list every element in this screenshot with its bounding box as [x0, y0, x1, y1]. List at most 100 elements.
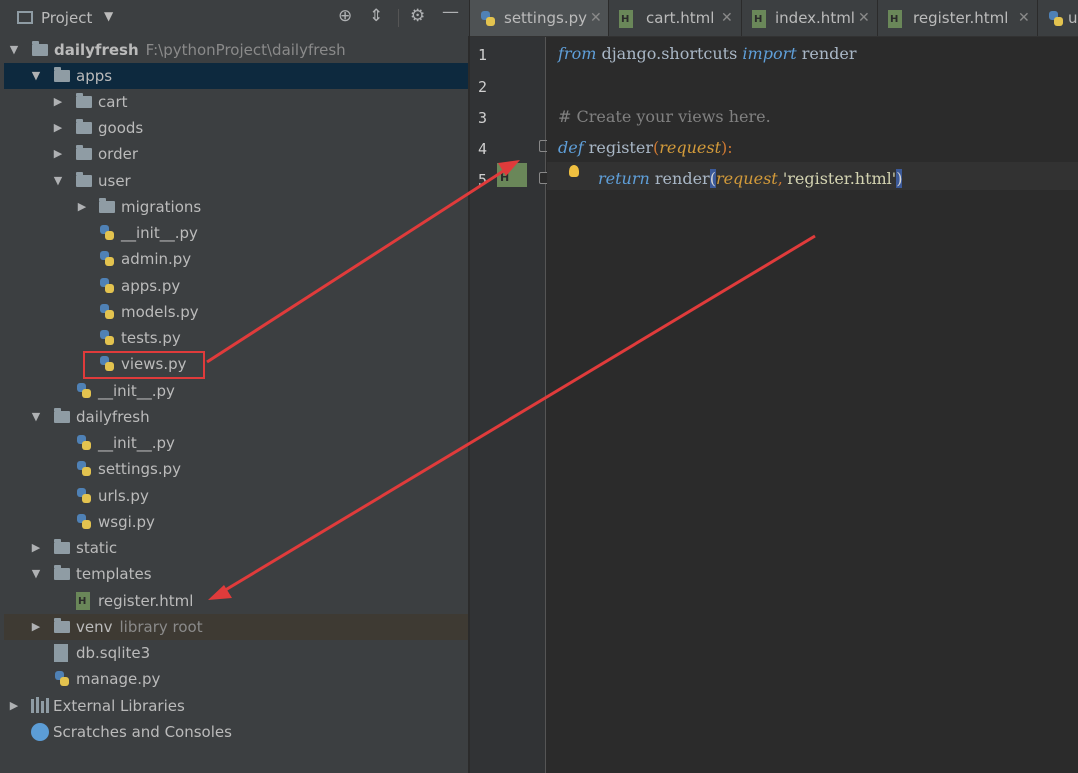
- tree-item-label: db.sqlite3: [76, 644, 151, 662]
- tree-item-label: order: [98, 145, 138, 163]
- tree-item-label: __init__.py: [98, 434, 175, 452]
- code-line-5: return render(request,'register.html'): [598, 169, 903, 188]
- tree-item-file[interactable]: apps.py: [4, 273, 468, 299]
- chevron-down-icon[interactable]: ▼: [52, 168, 64, 194]
- library-icon: [31, 697, 49, 713]
- parameter: request: [659, 138, 721, 157]
- tree-item-file[interactable]: settings.py: [4, 456, 468, 482]
- tree-item-order[interactable]: ▶ order: [4, 141, 468, 167]
- tree-item-static[interactable]: ▶ static: [4, 535, 468, 561]
- locate-icon[interactable]: ⊕: [338, 6, 352, 26]
- folder-icon: [76, 172, 92, 188]
- tab-settings-py[interactable]: settings.py ✕: [470, 0, 609, 36]
- tab-label: settings.py: [504, 9, 587, 27]
- tree-item-file[interactable]: db.sqlite3: [4, 640, 468, 666]
- tree-item-label: models.py: [121, 303, 199, 321]
- tree-item-external-libraries[interactable]: ▶ External Libraries: [4, 693, 468, 719]
- tree-item-dailyfresh[interactable]: ▼ dailyfresh: [4, 404, 468, 430]
- tab-cart-html[interactable]: cart.html ✕: [609, 0, 742, 36]
- tree-root-dailyfresh[interactable]: ▼ dailyfresh F:\pythonProject\dailyfresh: [4, 37, 468, 63]
- lightbulb-icon[interactable]: [569, 165, 579, 177]
- tree-item-register-html[interactable]: register.html: [4, 588, 468, 614]
- tree-item-file[interactable]: __init__.py: [4, 378, 468, 404]
- tree-item-cart[interactable]: ▶ cart: [4, 89, 468, 115]
- python-file-icon: [99, 304, 115, 319]
- tree-item-label: apps: [76, 67, 113, 85]
- string-literal: 'register.html': [782, 169, 897, 188]
- tree-item-file[interactable]: tests.py: [4, 325, 468, 351]
- chevron-down-icon[interactable]: ▼: [8, 37, 20, 63]
- chevron-right-icon[interactable]: ▶: [52, 141, 64, 167]
- tree-item-label: goods: [98, 119, 144, 137]
- project-panel: Project ▼ ⊕ ⇕ ⚙ — ▼ dailyfresh F:\pythonP…: [0, 0, 469, 773]
- close-icon[interactable]: ✕: [1018, 0, 1030, 36]
- parameter: request: [715, 169, 778, 188]
- folder-icon: [32, 41, 48, 57]
- tree-item-label: tests.py: [121, 329, 181, 347]
- editor-gutter: 1 2 3 4 5: [470, 37, 551, 773]
- line-number: 2: [478, 78, 488, 96]
- tree-item-migrations[interactable]: ▶ migrations: [4, 194, 468, 220]
- gear-icon[interactable]: ⚙: [410, 6, 425, 26]
- divider: [398, 9, 399, 27]
- chevron-down-icon[interactable]: ▼: [30, 63, 42, 89]
- chevron-right-icon[interactable]: ▶: [52, 89, 64, 115]
- keyword: from: [558, 44, 597, 63]
- chevron-right-icon[interactable]: ▶: [52, 115, 64, 141]
- python-file-icon: [76, 514, 92, 529]
- tab-label: index.html: [775, 9, 855, 27]
- collapse-all-icon[interactable]: ⇕: [369, 6, 383, 26]
- close-icon[interactable]: ✕: [721, 0, 733, 36]
- tree-item-file[interactable]: __init__.py: [4, 220, 468, 246]
- folder-icon: [76, 93, 92, 109]
- chevron-right-icon[interactable]: ▶: [30, 535, 42, 561]
- chevron-right-icon[interactable]: ▶: [30, 614, 42, 640]
- html-template-gutter-icon[interactable]: [497, 163, 527, 187]
- tree-item-file[interactable]: urls.py: [4, 483, 468, 509]
- close-icon[interactable]: ✕: [858, 0, 870, 36]
- tab-partial[interactable]: u: [1038, 0, 1078, 36]
- close-icon[interactable]: ✕: [590, 0, 602, 36]
- python-file-icon: [99, 330, 115, 345]
- tree-item-venv[interactable]: ▶ venv library root: [4, 614, 468, 640]
- code-token: django.shortcuts: [596, 44, 743, 63]
- tree-item-file[interactable]: __init__.py: [4, 430, 468, 456]
- python-file-icon: [76, 461, 92, 476]
- tree-item-path: F:\pythonProject\dailyfresh: [145, 41, 346, 59]
- python-file-icon: [99, 278, 115, 293]
- tree-item-label: __init__.py: [98, 382, 175, 400]
- tree-item-templates[interactable]: ▼ templates: [4, 561, 468, 587]
- chevron-right-icon[interactable]: ▶: [76, 194, 88, 220]
- tree-item-apps[interactable]: ▼ apps: [4, 63, 468, 89]
- tree-item-views-py[interactable]: views.py: [4, 351, 468, 377]
- chevron-down-icon[interactable]: ▼: [30, 404, 42, 430]
- tab-label: register.html: [913, 9, 1009, 27]
- chevron-down-icon[interactable]: ▼: [30, 561, 42, 587]
- annotation-highlight-box: [83, 351, 205, 379]
- database-file-icon: [54, 644, 70, 662]
- tree-item-file[interactable]: manage.py: [4, 666, 468, 692]
- tab-label: u: [1068, 9, 1078, 27]
- tree-item-user[interactable]: ▼ user: [4, 168, 468, 194]
- project-view-title[interactable]: Project: [41, 9, 92, 27]
- tree-item-label: External Libraries: [53, 697, 185, 715]
- hide-panel-icon[interactable]: —: [442, 2, 459, 22]
- tab-index-html[interactable]: index.html ✕: [742, 0, 878, 36]
- tree-item-scratches[interactable]: Scratches and Consoles: [4, 719, 468, 745]
- tab-register-html[interactable]: register.html ✕: [878, 0, 1038, 36]
- tree-item-file[interactable]: admin.py: [4, 246, 468, 272]
- chevron-right-icon[interactable]: ▶: [8, 693, 20, 719]
- chevron-down-icon[interactable]: ▼: [104, 9, 113, 23]
- tree-item-file[interactable]: models.py: [4, 299, 468, 325]
- code-editor[interactable]: from django.shortcuts import render # Cr…: [547, 37, 1078, 773]
- tree-item-label: templates: [76, 565, 152, 583]
- folder-icon: [54, 565, 70, 581]
- folder-icon: [54, 67, 70, 83]
- tree-item-label: venv: [76, 618, 113, 636]
- tree-item-label: user: [98, 172, 131, 190]
- code-token: render: [796, 44, 857, 63]
- tree-item-goods[interactable]: ▶ goods: [4, 115, 468, 141]
- matched-bracket: ): [896, 169, 903, 188]
- tree-item-file[interactable]: wsgi.py: [4, 509, 468, 535]
- folder-icon: [76, 145, 92, 161]
